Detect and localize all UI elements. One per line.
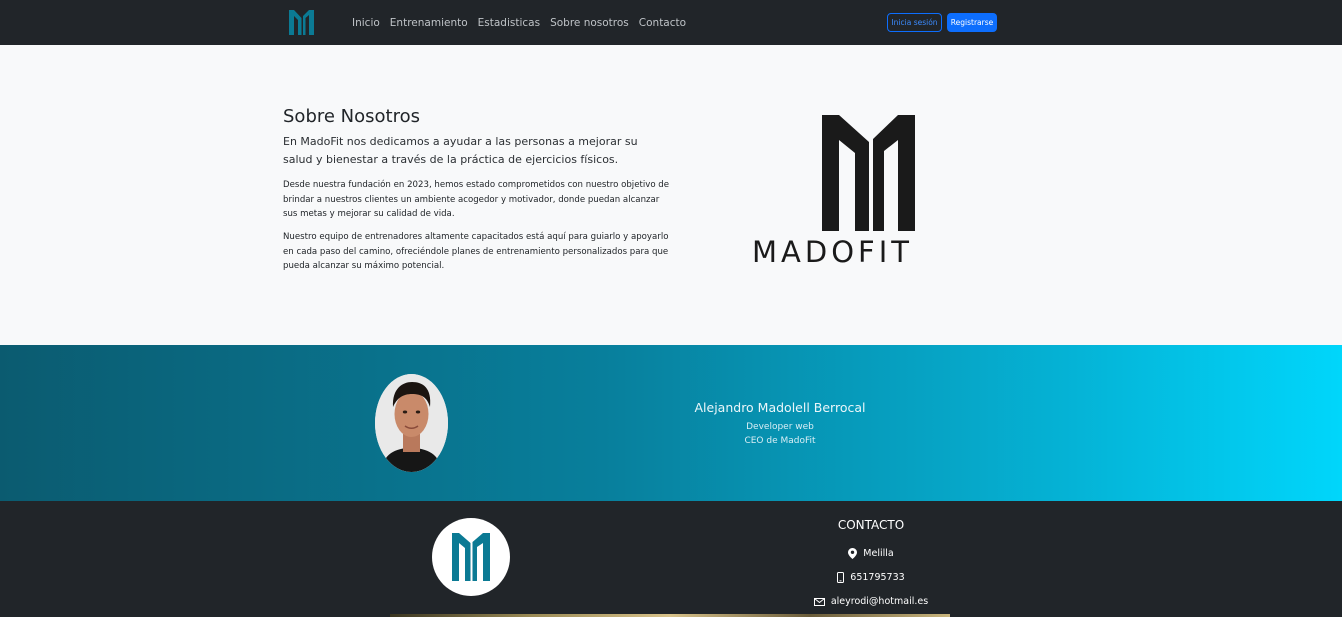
madofit-brand-logo [822, 115, 915, 231]
contact-location: Melilla [790, 548, 952, 559]
nav-link-entrenamiento[interactable]: Entrenamiento [390, 17, 468, 29]
about-section: Sobre Nosotros En MadoFit nos dedicamos … [0, 45, 1342, 345]
person-photo-icon [375, 374, 448, 472]
top-navbar: Inicio Entrenamiento Estadisticas Sobre … [0, 0, 1342, 45]
madofit-logo-icon [452, 533, 490, 581]
member-role: Developer web [746, 422, 814, 432]
madofit-logo-icon[interactable] [288, 7, 315, 37]
nav-link-estadisticas[interactable]: Estadisticas [478, 17, 540, 29]
footer: CONTACTO Melilla 651795733 aleyrodi@hotm… [0, 501, 1342, 617]
member-title: CEO de MadoFit [744, 436, 816, 446]
contact-email: aleyrodi@hotmail.es [790, 596, 952, 607]
contact-email-text[interactable]: aleyrodi@hotmail.es [831, 596, 928, 607]
register-button[interactable]: Registrarse [947, 13, 997, 32]
contact-phone-text: 651795733 [850, 572, 905, 583]
about-title: Sobre Nosotros [283, 106, 420, 127]
about-paragraph-2: Nuestro equipo de entrenadores altamente… [283, 232, 669, 271]
nav-links: Inicio Entrenamiento Estadisticas Sobre … [352, 0, 696, 45]
login-button[interactable]: Inicia sesión [887, 13, 942, 32]
envelope-icon [813, 597, 825, 606]
phone-icon [837, 572, 845, 583]
contact-location-text: Melilla [863, 548, 894, 559]
map-pin-icon [848, 548, 858, 559]
nav-link-sobre-nosotros[interactable]: Sobre nosotros [550, 17, 629, 29]
nav-link-inicio[interactable]: Inicio [352, 17, 380, 29]
contact-phone: 651795733 [790, 572, 952, 583]
about-paragraph-1: Desde nuestra fundación en 2023, hemos e… [283, 180, 670, 219]
team-section: Alejandro Madolell Berrocal Developer we… [0, 345, 1342, 501]
contact-title: CONTACTO [837, 518, 905, 532]
avatar [375, 374, 448, 472]
member-name: Alejandro Madolell Berrocal [694, 400, 866, 415]
nav-link-contacto[interactable]: Contacto [639, 17, 686, 29]
footer-logo [432, 518, 510, 596]
about-lead-text: En MadoFit nos dedicamos a ayudar a las … [283, 135, 638, 166]
brand-wordmark: MADOFIT [752, 235, 913, 269]
